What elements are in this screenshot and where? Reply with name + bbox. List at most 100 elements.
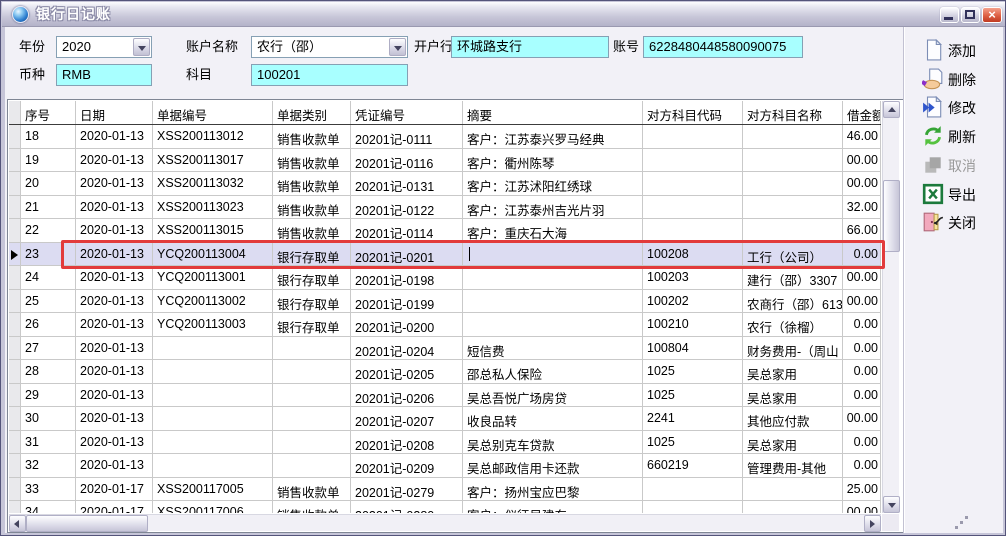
cell-debit[interactable]: 32.00 (843, 196, 881, 220)
minimize-button[interactable] (940, 7, 959, 23)
cell-voucher_no[interactable]: 20201记-0131 (351, 172, 463, 196)
cell-date[interactable]: 2020-01-13 (76, 196, 153, 220)
table-row[interactable]: 262020-01-13YCQ200113003银行存取单20201记-0200… (9, 313, 881, 337)
title-bar[interactable]: 银行日记账 × (2, 2, 1006, 27)
cell-date[interactable]: 2020-01-13 (76, 313, 153, 337)
cell-name[interactable] (743, 196, 843, 220)
cell-code[interactable] (643, 149, 743, 173)
cell-doc_no[interactable]: XSS200117005 (153, 478, 273, 502)
cell-name[interactable]: 农行（徐榴） (743, 313, 843, 337)
cell-date[interactable]: 2020-01-13 (76, 172, 153, 196)
cell-summary[interactable]: 客户：仪征吴建东 (463, 501, 643, 513)
cell-doc_no[interactable] (153, 407, 273, 431)
scroll-down-button[interactable] (883, 496, 900, 513)
cell-code[interactable] (643, 125, 743, 149)
cell-summary[interactable]: 客户：重庆石大海 (463, 219, 643, 243)
cell-doc_type[interactable]: 销售收款单 (273, 196, 351, 220)
table-row[interactable]: 202020-01-13XSS200113032销售收款单20201记-0131… (9, 172, 881, 196)
cell-summary[interactable]: 吴总邮政信用卡还款 (463, 454, 643, 478)
cell-no[interactable]: 24 (21, 266, 76, 290)
horizontal-scrollbar[interactable] (9, 514, 881, 531)
cell-doc_type[interactable]: 销售收款单 (273, 172, 351, 196)
column-header[interactable]: 凭证编号 (351, 101, 463, 124)
cell-summary[interactable] (463, 266, 643, 290)
add-document-button[interactable]: 添加 (922, 39, 1000, 63)
cell-code[interactable]: 100203 (643, 266, 743, 290)
cell-doc_no[interactable] (153, 431, 273, 455)
cell-date[interactable]: 2020-01-13 (76, 360, 153, 384)
cell-date[interactable]: 2020-01-13 (76, 290, 153, 314)
table-row[interactable]: 272020-01-1320201记-0204短信费100804财务费用-（周山… (9, 337, 881, 361)
cell-date[interactable]: 2020-01-13 (76, 384, 153, 408)
cell-summary[interactable]: 收良品转 (463, 407, 643, 431)
cell-summary[interactable]: 吴总别克车贷款 (463, 431, 643, 455)
account-number-field[interactable]: 6228480448580090075 (643, 36, 803, 58)
cell-doc_no[interactable]: YCQ200113003 (153, 313, 273, 337)
cell-name[interactable] (743, 219, 843, 243)
cell-code[interactable] (643, 501, 743, 513)
table-row[interactable]: 282020-01-1320201记-0205邵总私人保险1025吴总家用0.0… (9, 360, 881, 384)
account-name-select[interactable]: 农行（邵） (251, 36, 408, 58)
cell-no[interactable]: 25 (21, 290, 76, 314)
cell-doc_type[interactable] (273, 407, 351, 431)
cell-code[interactable]: 2241 (643, 407, 743, 431)
cell-debit[interactable]: 0.00 (843, 313, 881, 337)
cell-doc_no[interactable]: XSS200113015 (153, 219, 273, 243)
cancel-button[interactable]: 取消 (922, 154, 1000, 178)
cell-code[interactable]: 1025 (643, 384, 743, 408)
column-header[interactable]: 单据类别 (273, 101, 351, 124)
cell-code[interactable]: 1025 (643, 431, 743, 455)
delete-document-button[interactable]: 删除 (922, 68, 1000, 92)
close-button[interactable]: × (982, 7, 1002, 23)
cell-doc_no[interactable]: XSS200113017 (153, 149, 273, 173)
cell-no[interactable]: 20 (21, 172, 76, 196)
cell-date[interactable]: 2020-01-17 (76, 501, 153, 513)
cell-voucher_no[interactable]: 20201记-0207 (351, 407, 463, 431)
cell-voucher_no[interactable]: 20201记-0116 (351, 149, 463, 173)
column-header[interactable]: 对方科目名称 (743, 101, 843, 124)
cell-doc_type[interactable]: 销售收款单 (273, 125, 351, 149)
table-row[interactable]: 252020-01-13YCQ200113002银行存取单20201记-0199… (9, 290, 881, 314)
cell-name[interactable]: 农商行（邵）613 (743, 290, 843, 314)
close-door-button[interactable]: 关闭 (922, 211, 1000, 235)
cell-debit[interactable]: 00.00 (843, 149, 881, 173)
column-header[interactable]: 对方科目代码 (643, 101, 743, 124)
cell-debit[interactable]: 46.00 (843, 125, 881, 149)
modify-document-button[interactable]: 修改 (922, 96, 1000, 120)
year-select[interactable]: 2020 (56, 36, 152, 58)
cell-doc_type[interactable]: 银行存取单 (273, 313, 351, 337)
cell-date[interactable]: 2020-01-17 (76, 478, 153, 502)
column-header[interactable]: 单据编号 (153, 101, 273, 124)
cell-voucher_no[interactable]: 20201记-0122 (351, 196, 463, 220)
scroll-up-button[interactable] (883, 101, 900, 118)
cell-debit[interactable]: 0.00 (843, 360, 881, 384)
cell-debit[interactable]: 00.00 (843, 407, 881, 431)
cell-voucher_no[interactable]: 20201记-0280 (351, 501, 463, 513)
table-row[interactable]: 312020-01-1320201记-0208吴总别克车贷款1025吴总家用0.… (9, 431, 881, 455)
cell-no[interactable]: 19 (21, 149, 76, 173)
account-name-dropdown-button[interactable] (389, 38, 406, 56)
cell-doc_no[interactable]: XSS200117006 (153, 501, 273, 513)
column-header[interactable]: 日期 (76, 101, 153, 124)
cell-summary[interactable]: 邵总私人保险 (463, 360, 643, 384)
horizontal-scroll-thumb[interactable] (26, 515, 148, 532)
cell-voucher_no[interactable]: 20201记-0111 (351, 125, 463, 149)
table-row[interactable]: 292020-01-1320201记-0206吴总吾悦广场房贷1025吴总家用0… (9, 384, 881, 408)
cell-debit[interactable]: 00.00 (843, 290, 881, 314)
cell-doc_type[interactable] (273, 431, 351, 455)
year-dropdown-button[interactable] (133, 38, 150, 56)
cell-summary[interactable]: 客户：江苏泰州吉光片羽 (463, 196, 643, 220)
cell-name[interactable]: 其他应付款 (743, 407, 843, 431)
cell-voucher_no[interactable]: 20201记-0209 (351, 454, 463, 478)
cell-summary[interactable]: 客户：扬州宝应巴黎 (463, 478, 643, 502)
table-row[interactable]: 232020-01-13YCQ200113004银行存取单20201记-0201… (9, 243, 881, 267)
cell-debit[interactable]: 0.00 (843, 384, 881, 408)
cell-voucher_no[interactable]: 20201记-0198 (351, 266, 463, 290)
table-row[interactable]: 342020-01-17XSS200117006销售收款单20201记-0280… (9, 501, 881, 513)
table-row[interactable]: 222020-01-13XSS200113015销售收款单20201记-0114… (9, 219, 881, 243)
cell-name[interactable]: 财务费用-（周山 (743, 337, 843, 361)
cell-code[interactable] (643, 478, 743, 502)
cell-doc_type[interactable]: 银行存取单 (273, 266, 351, 290)
cell-doc_no[interactable]: XSS200113032 (153, 172, 273, 196)
cell-doc_no[interactable]: YCQ200113002 (153, 290, 273, 314)
